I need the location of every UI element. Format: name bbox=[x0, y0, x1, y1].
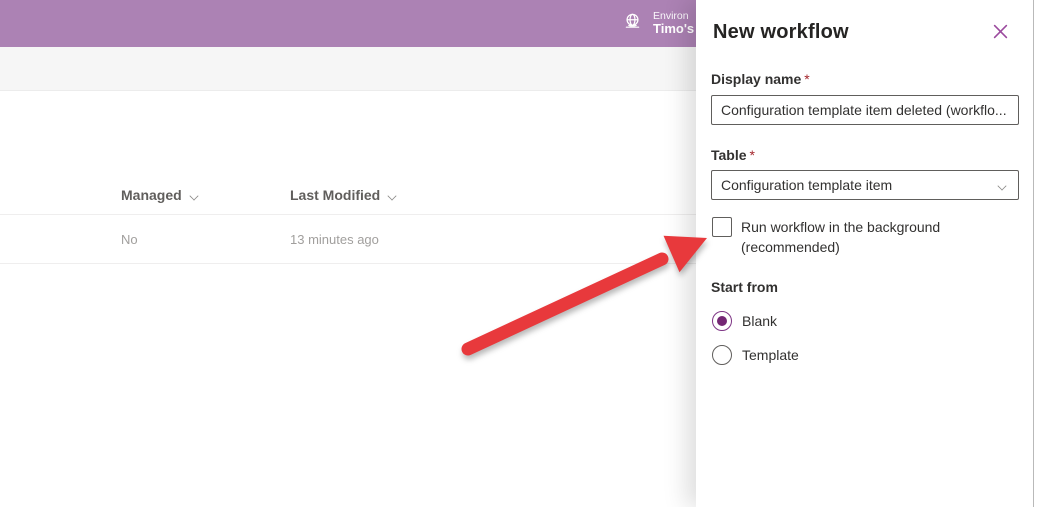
grid-header: Managed Last Modified bbox=[0, 187, 696, 203]
radio-label: Template bbox=[742, 347, 799, 363]
radio-label: Blank bbox=[742, 313, 777, 329]
column-header-managed[interactable]: Managed bbox=[121, 187, 199, 203]
required-asterisk: * bbox=[804, 71, 809, 87]
close-x-icon bbox=[993, 24, 1008, 42]
environment-globe-icon bbox=[622, 11, 643, 37]
checkbox-unchecked-icon bbox=[712, 217, 732, 237]
chevron-down-icon bbox=[387, 192, 397, 198]
radio-selected-icon bbox=[712, 311, 732, 331]
start-from-option-template[interactable]: Template bbox=[712, 345, 799, 365]
display-name-input[interactable] bbox=[711, 95, 1019, 125]
start-from-label: Start from bbox=[711, 279, 778, 295]
new-workflow-panel: New workflow Display name* Table* Config… bbox=[696, 0, 1038, 507]
table-label: Table* bbox=[711, 147, 755, 163]
display-name-label: Display name* bbox=[711, 71, 810, 87]
table-dropdown[interactable]: Configuration template item bbox=[711, 170, 1019, 200]
radio-unselected-icon bbox=[712, 345, 732, 365]
cell-last-modified: 13 minutes ago bbox=[290, 232, 379, 247]
close-button[interactable] bbox=[985, 18, 1015, 48]
table-dropdown-value: Configuration template item bbox=[712, 177, 997, 193]
chevron-down-icon bbox=[997, 182, 1007, 188]
grid-divider bbox=[0, 263, 696, 264]
workflow-grid: Managed Last Modified No 13 minutes ago bbox=[0, 91, 696, 507]
column-label: Managed bbox=[121, 187, 182, 203]
cell-managed: No bbox=[121, 232, 138, 247]
run-workflow-in-background-checkbox[interactable]: Run workflow in the background (recommen… bbox=[712, 217, 992, 257]
environment-name: Environ Timo's bbox=[653, 10, 694, 37]
column-label: Last Modified bbox=[290, 187, 380, 203]
environment-value: Timo's bbox=[653, 22, 694, 37]
chevron-down-icon bbox=[189, 192, 199, 198]
start-from-option-blank[interactable]: Blank bbox=[712, 311, 777, 331]
app-window: Environ Timo's Managed Last Modified No … bbox=[0, 0, 1038, 507]
environment-label: Environ bbox=[653, 10, 694, 22]
required-asterisk: * bbox=[750, 147, 755, 163]
column-header-last-modified[interactable]: Last Modified bbox=[290, 187, 397, 203]
panel-title: New workflow bbox=[713, 21, 849, 44]
table-row[interactable]: No 13 minutes ago bbox=[0, 215, 696, 263]
checkbox-label: Run workflow in the background (recommen… bbox=[741, 217, 969, 257]
